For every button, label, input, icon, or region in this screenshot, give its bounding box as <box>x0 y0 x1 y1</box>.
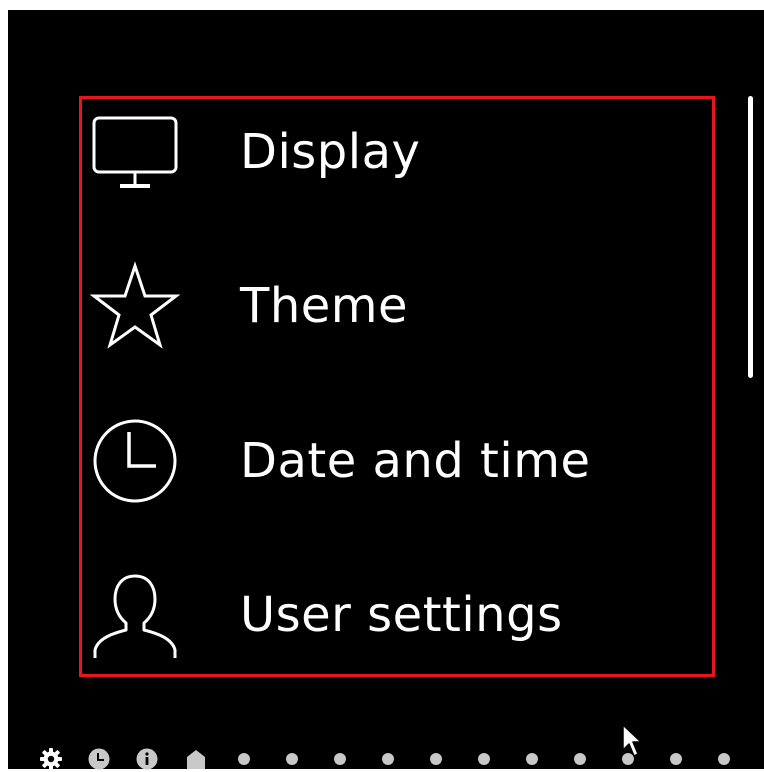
page-dot[interactable] <box>233 748 255 770</box>
monitor-icon <box>90 107 180 197</box>
page-dot[interactable] <box>329 748 351 770</box>
settings-screen: Display Theme Date and time User setting… <box>8 10 764 772</box>
menu-item-date-and-time[interactable]: Date and time <box>90 406 710 516</box>
page-dot[interactable] <box>665 748 687 770</box>
menu-item-label: User settings <box>240 587 563 643</box>
clock-icon <box>90 416 180 506</box>
page-dot[interactable] <box>521 748 543 770</box>
page-dot[interactable] <box>377 748 399 770</box>
menu-item-label: Theme <box>240 278 409 334</box>
user-icon <box>90 570 180 660</box>
menu-item-display[interactable]: Display <box>90 97 710 207</box>
clock-icon[interactable] <box>88 748 110 770</box>
menu-item-label: Display <box>240 124 421 180</box>
menu-item-theme[interactable]: Theme <box>90 251 710 361</box>
page-dot[interactable] <box>473 748 495 770</box>
star-icon <box>90 261 180 351</box>
scrollbar[interactable] <box>748 96 753 378</box>
gear-icon[interactable] <box>40 748 62 770</box>
info-icon[interactable] <box>136 748 158 770</box>
menu-item-user-settings[interactable]: User settings <box>90 560 710 670</box>
page-indicator <box>8 748 764 772</box>
page-dot[interactable] <box>425 748 447 770</box>
menu-item-label: Date and time <box>240 433 591 489</box>
home-icon[interactable] <box>185 748 207 770</box>
page-dot[interactable] <box>569 748 591 770</box>
page-dot[interactable] <box>281 748 303 770</box>
mouse-cursor-icon <box>622 724 642 757</box>
page-dot[interactable] <box>713 748 735 770</box>
